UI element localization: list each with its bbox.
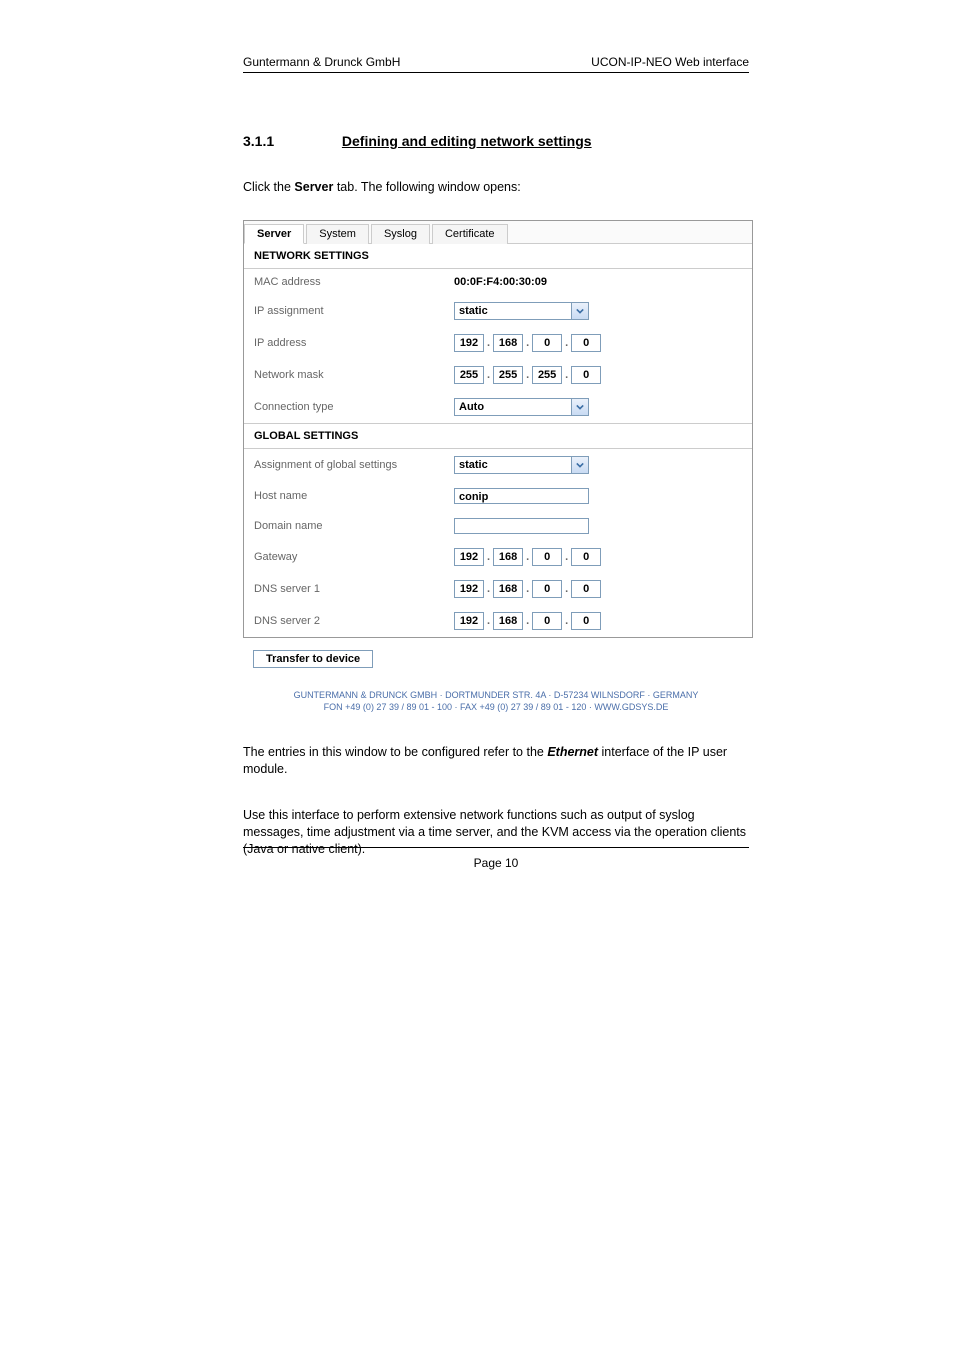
chevron-down-icon <box>571 399 588 415</box>
ipassign-select[interactable]: static <box>454 302 589 320</box>
ipaddr-label: IP address <box>254 337 454 349</box>
dns2-oct1[interactable]: 192 <box>454 612 484 630</box>
gateway-label: Gateway <box>254 551 454 563</box>
chevron-down-icon <box>571 303 588 319</box>
gassign-select[interactable]: static <box>454 456 589 474</box>
group-global-title: GLOBAL SETTINGS <box>244 423 752 449</box>
row-ip-assignment: IP assignment static <box>244 295 752 327</box>
host-input[interactable]: conip <box>454 488 589 504</box>
row-netmask: Network mask 255. 255. 255. 0 <box>244 359 752 391</box>
row-dns1: DNS server 1 192. 168. 0. 0 <box>244 573 752 605</box>
dns2-oct3[interactable]: 0 <box>532 612 562 630</box>
ipaddr-oct1[interactable]: 192 <box>454 334 484 352</box>
row-hostname: Host name conip <box>244 481 752 511</box>
dns2-label: DNS server 2 <box>254 615 454 627</box>
dns2-oct4[interactable]: 0 <box>571 612 601 630</box>
ipaddr-oct3[interactable]: 0 <box>532 334 562 352</box>
dns1-oct2[interactable]: 168 <box>493 580 523 598</box>
tab-certificate[interactable]: Certificate <box>432 224 508 244</box>
paragraph-1: The entries in this window to be configu… <box>243 744 749 778</box>
transfer-button[interactable]: Transfer to device <box>253 650 373 668</box>
header-left: Guntermann & Drunck GmbH <box>243 55 400 69</box>
mac-value: 00:0F:F4:00:30:09 <box>454 276 742 288</box>
page-footer: Page 10 <box>243 847 749 870</box>
row-domain: Domain name <box>244 511 752 541</box>
gassign-label: Assignment of global settings <box>254 459 454 471</box>
netmask-label: Network mask <box>254 369 454 381</box>
domain-input[interactable] <box>454 518 589 534</box>
row-ip-address: IP address 192. 168. 0. 0 <box>244 327 752 359</box>
transfer-row: Transfer to device <box>243 638 749 668</box>
ipaddr-oct4[interactable]: 0 <box>571 334 601 352</box>
mac-label: MAC address <box>254 276 454 288</box>
section-number: 3.1.1 <box>243 133 338 149</box>
company-footer: GUNTERMANN & DRUNCK GMBH · DORTMUNDER ST… <box>243 690 749 713</box>
dns1-oct4[interactable]: 0 <box>571 580 601 598</box>
row-global-assign: Assignment of global settings static <box>244 449 752 481</box>
company-link[interactable]: WWW.GDSYS.DE <box>594 702 668 712</box>
netmask-oct4[interactable]: 0 <box>571 366 601 384</box>
host-label: Host name <box>254 490 454 502</box>
conn-label: Connection type <box>254 401 454 413</box>
gateway-oct1[interactable]: 192 <box>454 548 484 566</box>
conn-select[interactable]: Auto <box>454 398 589 416</box>
row-gateway: Gateway 192. 168. 0. 0 <box>244 541 752 573</box>
tab-system[interactable]: System <box>306 224 369 244</box>
domain-label: Domain name <box>254 520 454 532</box>
ipassign-label: IP assignment <box>254 305 454 317</box>
gateway-oct2[interactable]: 168 <box>493 548 523 566</box>
dns1-oct1[interactable]: 192 <box>454 580 484 598</box>
chevron-down-icon <box>571 457 588 473</box>
dns1-oct3[interactable]: 0 <box>532 580 562 598</box>
gateway-oct4[interactable]: 0 <box>571 548 601 566</box>
gateway-oct3[interactable]: 0 <box>532 548 562 566</box>
intro-text: Click the Server tab. The following wind… <box>243 179 749 195</box>
netmask-oct2[interactable]: 255 <box>493 366 523 384</box>
section-title-text: Defining and editing network settings <box>342 133 592 149</box>
header-right: UCON-IP-NEO Web interface <box>591 55 749 69</box>
tab-syslog[interactable]: Syslog <box>371 224 430 244</box>
tabs: Server System Syslog Certificate <box>244 221 752 244</box>
ipaddr-oct2[interactable]: 168 <box>493 334 523 352</box>
netmask-oct1[interactable]: 255 <box>454 366 484 384</box>
page-header: Guntermann & Drunck GmbH UCON-IP-NEO Web… <box>243 55 749 73</box>
section-heading: 3.1.1 Defining and editing network setti… <box>243 133 749 149</box>
tab-server[interactable]: Server <box>244 224 304 244</box>
row-mac: MAC address 00:0F:F4:00:30:09 <box>244 269 752 295</box>
dns2-oct2[interactable]: 168 <box>493 612 523 630</box>
screenshot-panel: Server System Syslog Certificate NETWORK… <box>243 220 753 638</box>
netmask-oct3[interactable]: 255 <box>532 366 562 384</box>
row-dns2: DNS server 2 192. 168. 0. 0 <box>244 605 752 637</box>
dns1-label: DNS server 1 <box>254 583 454 595</box>
group-network-title: NETWORK SETTINGS <box>244 244 752 269</box>
row-connection-type: Connection type Auto <box>244 391 752 423</box>
